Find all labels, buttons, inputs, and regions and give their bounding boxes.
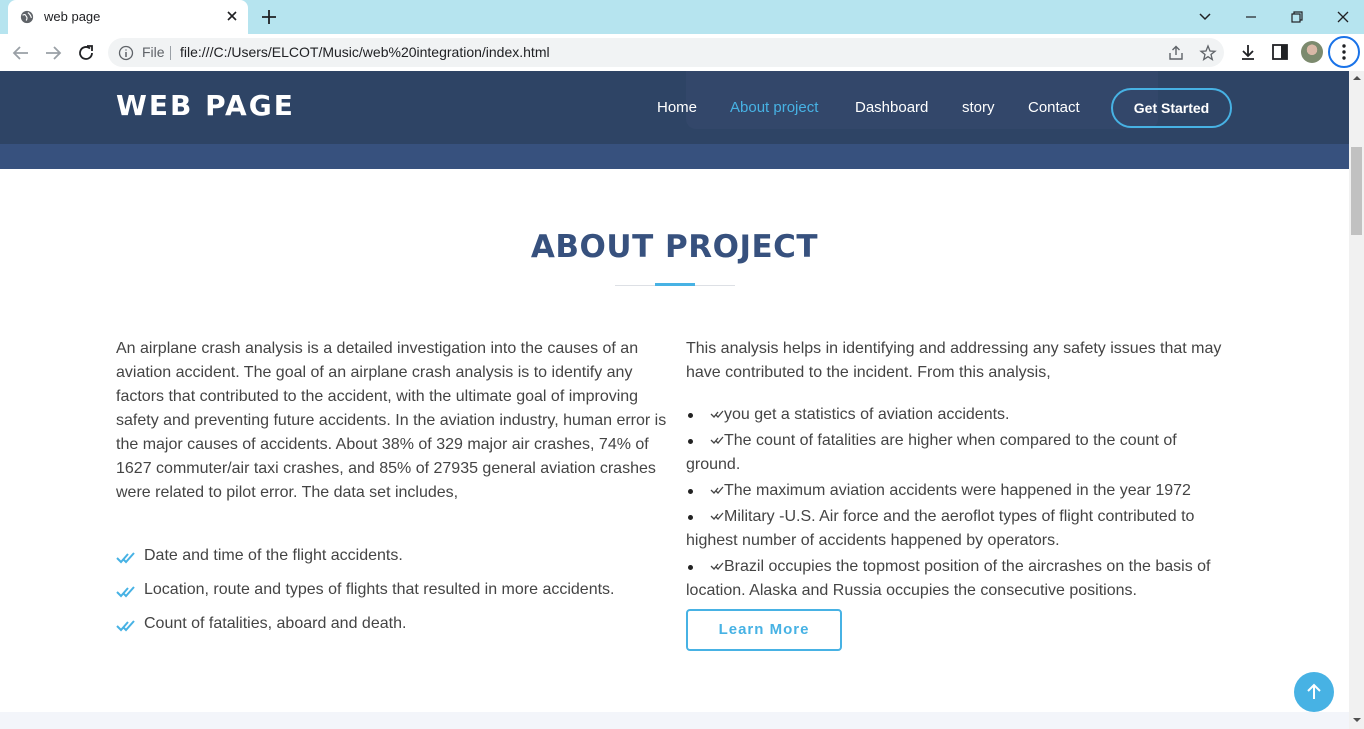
bullet-dot bbox=[688, 565, 693, 570]
more-vert-icon[interactable] bbox=[1328, 36, 1360, 68]
browser-toolbar: File file:///C:/Users/ELCOT/Music/web%20… bbox=[0, 34, 1364, 72]
learn-more-button[interactable]: Learn More bbox=[686, 609, 842, 651]
address-bar[interactable]: File file:///C:/Users/ELCOT/Music/web%20… bbox=[108, 38, 1224, 67]
list-item-label: Date and time of the flight accidents. bbox=[144, 547, 403, 564]
omnibox-separator bbox=[170, 46, 171, 60]
list-item-label: Brazil occupies the topmost position of … bbox=[686, 558, 1211, 599]
nav-contact[interactable]: Contact bbox=[1028, 99, 1080, 116]
next-section-band bbox=[0, 712, 1349, 729]
close-icon[interactable] bbox=[224, 8, 240, 24]
chevron-down-icon[interactable] bbox=[1194, 6, 1216, 28]
list-item: The count of fatalities are higher when … bbox=[686, 429, 1234, 477]
scheme-label: File bbox=[142, 44, 165, 60]
nav-dashboard[interactable]: Dashboard bbox=[855, 99, 928, 116]
browser-tab[interactable]: web page bbox=[8, 0, 248, 34]
bullet-dot bbox=[688, 489, 693, 494]
list-item-label: The count of fatalities are higher when … bbox=[686, 432, 1177, 473]
profile-avatar[interactable] bbox=[1301, 41, 1323, 63]
share-icon[interactable] bbox=[1167, 44, 1185, 62]
scroll-down-arrow-icon[interactable] bbox=[1352, 715, 1362, 725]
nav-home[interactable]: Home bbox=[657, 99, 697, 116]
list-item: Military -U.S. Air force and the aeroflo… bbox=[686, 505, 1234, 553]
back-to-top-button[interactable] bbox=[1294, 672, 1334, 712]
reload-icon[interactable] bbox=[75, 42, 97, 64]
about-left-paragraph: An airplane crash analysis is a detailed… bbox=[116, 340, 667, 501]
minimize-icon[interactable] bbox=[1240, 6, 1262, 28]
info-icon[interactable] bbox=[118, 45, 134, 61]
check-icon bbox=[710, 486, 724, 494]
bullet-dot bbox=[688, 515, 693, 520]
scrollbar-thumb[interactable] bbox=[1351, 147, 1362, 235]
list-item-label: you get a statistics of aviation acciden… bbox=[724, 406, 1010, 423]
about-right-paragraph: This analysis helps in identifying and a… bbox=[686, 340, 1222, 381]
url-text[interactable]: file:///C:/Users/ELCOT/Music/web%20integ… bbox=[180, 44, 550, 60]
check-icon bbox=[710, 436, 724, 444]
check-icon bbox=[710, 512, 724, 520]
list-item: The maximum aviation accidents were happ… bbox=[686, 479, 1234, 503]
get-started-button[interactable]: Get Started bbox=[1111, 88, 1232, 128]
globe-icon bbox=[20, 10, 34, 24]
window-close-icon[interactable] bbox=[1332, 6, 1354, 28]
restore-icon[interactable] bbox=[1286, 6, 1308, 28]
hero-bottom-strip bbox=[0, 144, 1349, 169]
double-check-icon bbox=[116, 586, 135, 598]
list-item: Brazil occupies the topmost position of … bbox=[686, 555, 1234, 603]
arrow-up-icon bbox=[1307, 683, 1321, 699]
list-item-label: Count of fatalities, aboard and death. bbox=[144, 615, 407, 632]
scroll-up-arrow-icon[interactable] bbox=[1352, 73, 1362, 83]
bullet-dot bbox=[688, 439, 693, 444]
double-check-icon bbox=[116, 552, 135, 564]
star-icon[interactable] bbox=[1199, 44, 1217, 62]
nav-story[interactable]: story bbox=[962, 99, 995, 116]
double-check-icon bbox=[116, 620, 135, 632]
tab-title: web page bbox=[44, 9, 101, 24]
list-item: you get a statistics of aviation acciden… bbox=[686, 403, 1234, 427]
check-icon bbox=[710, 410, 724, 418]
browser-tab-strip: web page bbox=[0, 0, 1364, 34]
list-item-label: The maximum aviation accidents were happ… bbox=[724, 482, 1191, 499]
forward-arrow-icon[interactable] bbox=[42, 42, 64, 64]
site-header: WEB PAGE Home About project Dashboard st… bbox=[0, 71, 1349, 144]
page-viewport: WEB PAGE Home About project Dashboard st… bbox=[0, 71, 1349, 729]
bullet-dot bbox=[688, 413, 693, 418]
nav-about-project[interactable]: About project bbox=[730, 99, 818, 116]
section-title: ABOUT PROJECT bbox=[530, 229, 819, 265]
list-item-label: Location, route and types of flights tha… bbox=[144, 581, 615, 598]
sidebar-icon[interactable] bbox=[1270, 42, 1290, 62]
site-logo[interactable]: WEB PAGE bbox=[116, 89, 295, 122]
list-item-label: Military -U.S. Air force and the aeroflo… bbox=[686, 508, 1195, 549]
check-icon bbox=[710, 562, 724, 570]
plus-icon[interactable] bbox=[260, 8, 278, 26]
download-icon[interactable] bbox=[1238, 42, 1258, 62]
back-arrow-icon[interactable] bbox=[10, 42, 32, 64]
title-accent-bar bbox=[655, 283, 695, 286]
